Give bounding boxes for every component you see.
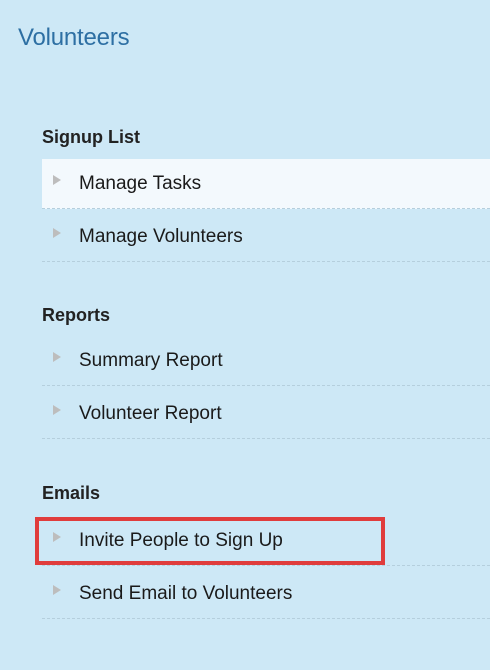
panel-title: Volunteers bbox=[18, 24, 130, 51]
triangle-right-icon bbox=[53, 352, 61, 362]
menu-item-label: Volunteer Report bbox=[79, 403, 222, 424]
menu-item-invite-people[interactable]: Invite People to Sign Up bbox=[42, 516, 490, 566]
menu-item-label: Summary Report bbox=[79, 350, 223, 371]
menu-item-label: Manage Volunteers bbox=[79, 226, 243, 247]
menu-item-label: Invite People to Sign Up bbox=[79, 530, 283, 551]
menu-item-send-email[interactable]: Send Email to Volunteers bbox=[42, 569, 490, 619]
menu-item-label: Send Email to Volunteers bbox=[79, 583, 293, 604]
triangle-right-icon bbox=[53, 175, 61, 185]
volunteers-sidebar: Volunteers Signup List Manage Tasks Mana… bbox=[0, 0, 490, 670]
triangle-right-icon bbox=[53, 228, 61, 238]
section-heading-signup-list: Signup List bbox=[42, 127, 140, 147]
menu-item-manage-volunteers[interactable]: Manage Volunteers bbox=[42, 212, 490, 262]
triangle-right-icon bbox=[53, 405, 61, 415]
menu-item-manage-tasks[interactable]: Manage Tasks bbox=[42, 159, 490, 209]
triangle-right-icon bbox=[53, 532, 61, 542]
section-heading-emails: Emails bbox=[42, 483, 101, 503]
menu-item-summary-report[interactable]: Summary Report bbox=[42, 336, 490, 386]
triangle-right-icon bbox=[53, 585, 61, 595]
menu-item-volunteer-report[interactable]: Volunteer Report bbox=[42, 389, 490, 439]
menu-item-label: Manage Tasks bbox=[79, 173, 202, 194]
section-heading-reports: Reports bbox=[42, 305, 111, 325]
